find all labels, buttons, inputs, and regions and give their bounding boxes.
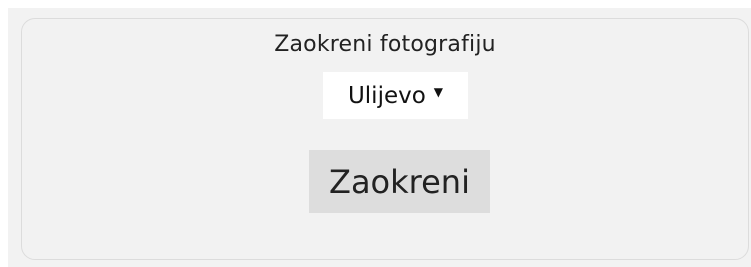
rotate-photo-panel: Zaokreni fotografiju Ulijevo ▼ Zaokreni: [21, 18, 749, 260]
triangle-down-icon: ▼: [433, 84, 444, 99]
page-background: Zaokreni fotografiju Ulijevo ▼ Zaokreni: [8, 8, 751, 267]
rotation-direction-select[interactable]: Ulijevo ▼: [323, 72, 468, 119]
rotate-photo-label: Zaokreni fotografiju: [274, 32, 496, 57]
rotation-direction-value: Ulijevo: [347, 82, 426, 109]
rotate-button[interactable]: Zaokreni: [309, 150, 490, 213]
